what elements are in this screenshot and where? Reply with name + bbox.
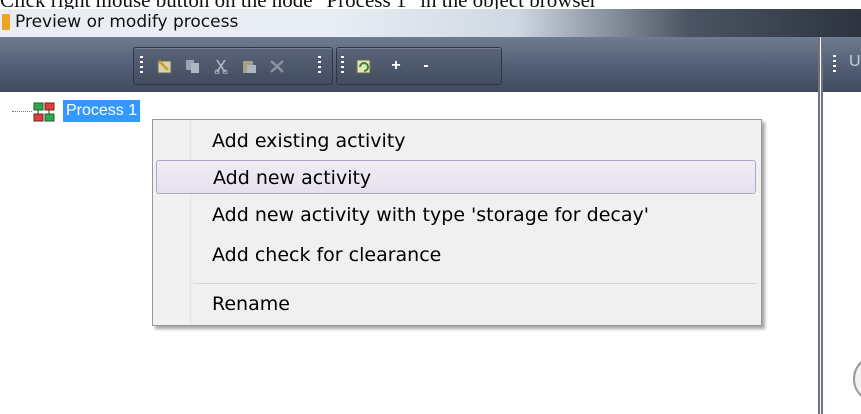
menu-item-label: Add new activity with type 'storage for … <box>212 204 649 226</box>
cut-icon[interactable] <box>212 58 230 74</box>
process-tree-icon <box>33 102 55 122</box>
menu-item-add-check-for-clearance[interactable]: Add check for clearance <box>156 238 756 272</box>
menu-item-add-new-activity[interactable]: Add new activity <box>156 160 756 194</box>
tree-toolstrip: + - <box>336 47 502 85</box>
tree-connector-line <box>12 111 32 112</box>
detail-panel-toolbar: U <box>823 37 861 92</box>
menu-item-label: Rename <box>212 293 290 315</box>
menu-item-label: Add check for clearance <box>212 244 442 266</box>
detail-panel: U <box>821 37 861 414</box>
window-title: Preview or modify process <box>15 12 239 32</box>
menu-separator <box>193 283 757 284</box>
collapse-all-button[interactable]: - <box>417 57 435 74</box>
menu-item-label: Add existing activity <box>212 130 406 152</box>
context-menu: Add existing activity Add new activity A… <box>152 119 762 326</box>
delete-icon[interactable] <box>268 58 286 74</box>
paste-icon[interactable] <box>240 58 258 74</box>
window-icon <box>2 14 10 30</box>
menu-item-rename[interactable]: Rename <box>156 287 756 321</box>
toolstrip-grip[interactable] <box>140 56 143 76</box>
tree-node-process-1[interactable]: Process 1 <box>63 100 141 122</box>
properties-icon[interactable] <box>156 58 174 74</box>
toolstrip-separator <box>318 56 321 76</box>
menu-item-label: Add new activity <box>213 167 372 189</box>
copy-icon[interactable] <box>184 58 202 74</box>
object-browser-toolbar: + - <box>0 37 818 92</box>
edit-toolstrip <box>133 47 333 85</box>
detail-toolbar-partial-label: U <box>849 53 861 70</box>
window-titlebar: Preview or modify process <box>0 9 861 37</box>
menu-item-add-new-activity-storage-for-decay[interactable]: Add new activity with type 'storage for … <box>156 198 756 232</box>
detail-panel-circle-button[interactable] <box>853 355 861 403</box>
toolstrip-grip[interactable] <box>341 56 344 76</box>
menu-item-add-existing-activity[interactable]: Add existing activity <box>156 124 756 158</box>
expand-all-button[interactable]: + <box>387 57 405 74</box>
toolstrip-grip[interactable] <box>833 55 836 75</box>
refresh-icon[interactable] <box>355 58 373 74</box>
